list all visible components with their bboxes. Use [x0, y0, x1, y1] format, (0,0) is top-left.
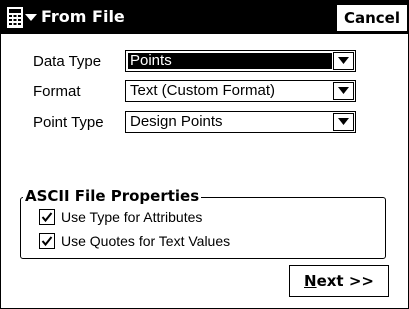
group-title: ASCII File Properties [23, 187, 202, 205]
format-dropdown-button[interactable] [333, 82, 354, 100]
chevron-down-icon [338, 57, 349, 64]
data-type-value: Points [128, 53, 332, 69]
next-button[interactable]: Next >> [289, 265, 389, 297]
use-quotes-row[interactable]: Use Quotes for Text Values [39, 232, 230, 250]
next-mnemonic: N [304, 272, 317, 290]
use-type-for-attributes-label: Use Type for Attributes [61, 209, 203, 225]
dialog-window: From File Cancel Data Type Points Format… [0, 0, 409, 309]
start-menu-icon[interactable] [7, 7, 23, 28]
data-type-select[interactable]: Points [125, 50, 356, 72]
triangle-down-icon[interactable] [25, 14, 37, 22]
format-select[interactable]: Text (Custom Format) [125, 80, 356, 102]
checkmark-icon [41, 212, 53, 223]
format-label: Format [33, 83, 81, 100]
cancel-button[interactable]: Cancel [336, 4, 408, 32]
title-bar: From File Cancel [1, 1, 408, 34]
chevron-down-icon [338, 87, 349, 94]
chevron-down-icon [338, 118, 349, 125]
use-type-for-attributes-row[interactable]: Use Type for Attributes [39, 208, 202, 226]
point-type-label: Point Type [33, 114, 104, 131]
data-type-label: Data Type [33, 53, 102, 70]
point-type-value: Design Points [130, 113, 223, 130]
next-label: ext >> [316, 272, 374, 290]
use-type-for-attributes-checkbox[interactable] [39, 209, 55, 225]
point-type-dropdown-button[interactable] [333, 113, 354, 131]
point-type-select[interactable]: Design Points [125, 111, 356, 133]
use-quotes-label: Use Quotes for Text Values [61, 233, 231, 249]
format-value: Text (Custom Format) [130, 82, 276, 99]
window-title: From File [41, 7, 125, 26]
use-quotes-checkbox[interactable] [39, 233, 55, 249]
checkmark-icon [41, 236, 53, 247]
data-type-dropdown-button[interactable] [333, 52, 354, 70]
